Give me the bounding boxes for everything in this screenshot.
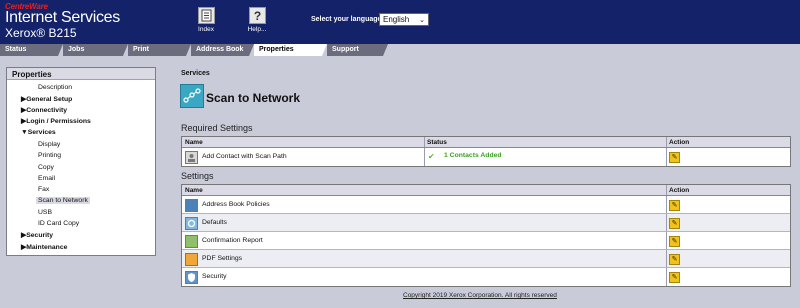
col-status-header: Status [427,139,447,146]
tab-address-book[interactable]: Address Book [191,44,254,56]
settings-table: Name Action Address Book Policies ✎ Defa… [181,184,791,287]
sidebar-item-printing[interactable]: Printing [38,152,61,159]
properties-sidebar: Properties Description ▶General Setup ▶C… [6,67,156,256]
sidebar-item-general-setup[interactable]: ▶General Setup [21,95,72,103]
help-label: Help... [247,26,267,33]
table-header: Name Action [182,185,790,196]
row-name: PDF Settings [202,255,243,262]
defaults-icon [185,217,198,230]
sidebar-item-scan-to-network[interactable]: Scan to Network [36,197,90,204]
sidebar-item-connectivity[interactable]: ▶Connectivity [21,106,67,114]
required-settings-heading: Required Settings [181,123,253,133]
sidebar-item-login-permissions[interactable]: ▶Login / Permissions [21,117,91,125]
table-row: Defaults ✎ [182,214,790,232]
pencil-icon: ✎ [671,202,678,209]
settings-heading: Settings [181,171,214,181]
index-icon [197,7,215,24]
help-icon: ? [248,7,266,24]
pencil-icon: ✎ [671,274,678,281]
sidebar-item-id-card-copy[interactable]: ID Card Copy [38,220,79,227]
sidebar-item-services[interactable]: ▼Services [21,129,56,136]
index-label: Index [198,26,214,33]
tab-print[interactable]: Print [128,44,191,56]
table-header: Name Status Action [182,137,790,148]
brand-title: Internet Services [5,9,120,26]
pencil-icon: ✎ [671,220,678,227]
svg-text:?: ? [253,9,260,23]
pdf-icon [185,253,198,266]
row-name: Add Contact with Scan Path [202,153,287,160]
help-button[interactable]: ? Help... [237,7,277,33]
pencil-icon: ✎ [671,154,678,161]
language-select[interactable]: English ⌄ [379,13,429,26]
edit-button[interactable]: ✎ [669,152,680,163]
sidebar-item-security[interactable]: ▶Security [21,231,53,239]
pencil-icon: ✎ [671,256,678,263]
tab-jobs[interactable]: Jobs [63,44,128,56]
table-row: Security ✎ [182,268,790,286]
language-label: Select your language : [311,16,386,23]
shield-icon [185,271,198,284]
status-text: 1 Contacts Added [444,152,502,159]
sidebar-item-maintenance[interactable]: ▶Maintenance [21,243,67,251]
col-action-header: Action [669,187,690,194]
table-row: Confirmation Report ✎ [182,232,790,250]
checkmark-icon: ✔ [428,152,435,161]
edit-button[interactable]: ✎ [669,218,680,229]
tab-status[interactable]: Status [0,44,63,56]
sidebar-item-copy[interactable]: Copy [38,164,54,171]
sidebar-item-display[interactable]: Display [38,141,60,148]
sidebar-item-fax[interactable]: Fax [38,186,49,193]
address-book-icon [185,199,198,212]
sidebar-item-email[interactable]: Email [38,175,55,182]
tab-support[interactable]: Support [327,44,388,56]
report-icon [185,235,198,248]
col-name-header: Name [185,139,203,146]
table-row: Address Book Policies ✎ [182,196,790,214]
page-title: Scan to Network [206,91,301,105]
edit-button[interactable]: ✎ [669,254,680,265]
chevron-down-icon: ⌄ [419,17,425,24]
col-name-header: Name [185,187,203,194]
table-row: Add Contact with Scan Path ✔ 1 Contacts … [182,148,790,166]
scan-to-network-icon [180,84,204,108]
col-action-header: Action [669,139,690,146]
language-value: English [383,15,410,24]
row-name: Address Book Policies [202,201,270,208]
tab-bar: Status Jobs Print Address Book Propertie… [0,44,800,56]
pencil-icon: ✎ [671,238,678,245]
edit-button[interactable]: ✎ [669,236,680,247]
edit-button[interactable]: ✎ [669,200,680,211]
row-name: Security [202,273,227,280]
required-settings-table: Name Status Action Add Contact with Scan… [181,136,791,167]
sidebar-item-usb[interactable]: USB [38,209,52,216]
copyright-link[interactable]: Copyright 2019 Xerox Corporation. All ri… [403,292,557,299]
tab-properties[interactable]: Properties [254,44,327,56]
sidebar-item-description[interactable]: Description [38,84,72,91]
edit-button[interactable]: ✎ [669,272,680,283]
sidebar-title: Properties [7,68,155,80]
contact-icon [185,151,198,164]
index-button[interactable]: Index [186,7,226,33]
table-row: PDF Settings ✎ [182,250,790,268]
row-name: Defaults [202,219,227,226]
app-header: CentreWare Internet Services Xerox® B215… [0,0,800,44]
device-model: Xerox® B215 [5,26,77,40]
breadcrumb: Services [181,70,210,77]
row-name: Confirmation Report [202,237,263,244]
